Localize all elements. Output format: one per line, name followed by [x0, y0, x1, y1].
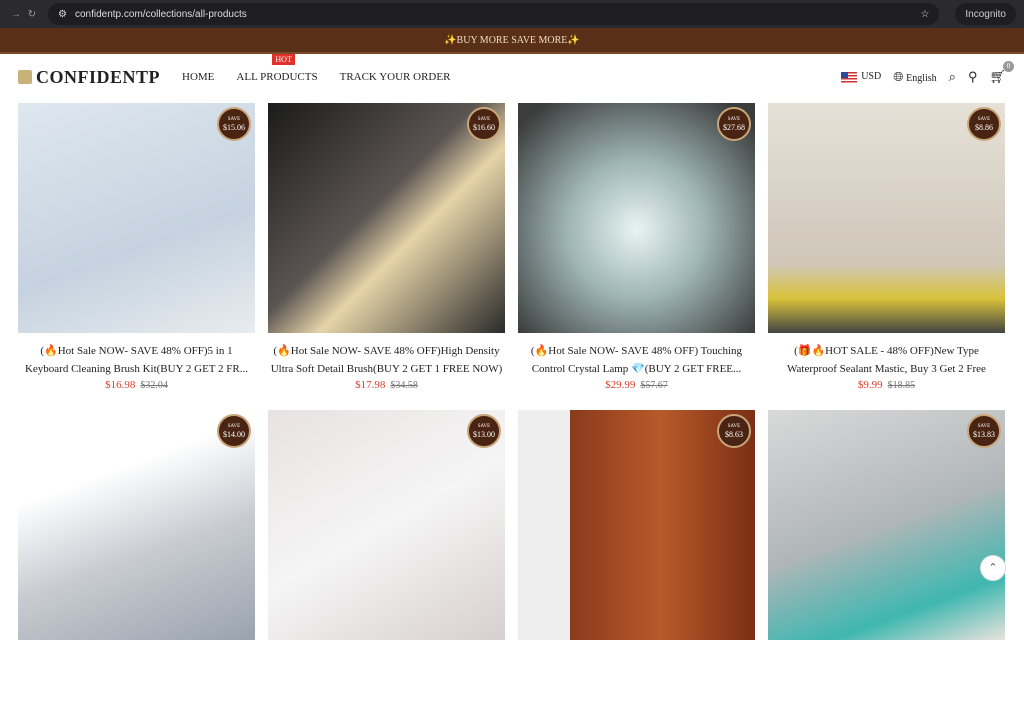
- save-amount: $8.86: [975, 122, 993, 132]
- browser-toolbar: → ↻ ⚙ confidentp.com/collections/all-prod…: [0, 0, 1024, 28]
- nav-all-products-label: ALL PRODUCTS: [236, 71, 318, 83]
- save-label: SAVE: [477, 423, 491, 429]
- logo-mark-icon: [18, 70, 32, 84]
- product-card[interactable]: SAVE $27.68 (🔥Hot Sale NOW- SAVE 48% OFF)…: [518, 103, 755, 410]
- save-label: SAVE: [977, 116, 991, 122]
- logo[interactable]: CONFIDENTP: [18, 67, 160, 88]
- forward-icon[interactable]: →: [8, 9, 24, 20]
- currency-label: USD: [861, 71, 882, 83]
- product-title[interactable]: (🔥Hot Sale NOW- SAVE 48% OFF)High Densit…: [268, 342, 505, 378]
- product-price: $16.98 $32.04: [18, 379, 255, 391]
- incognito-indicator[interactable]: Incognito: [955, 3, 1016, 25]
- product-title[interactable]: (🎁🔥HOT SALE - 48% OFF)New Type Waterproo…: [768, 342, 1005, 378]
- product-image[interactable]: SAVE $8.86: [768, 103, 1005, 333]
- announcement-bar: ✨BUY MORE SAVE MORE✨: [0, 28, 1024, 54]
- cart-icon[interactable]: 🛒︎ 0: [989, 61, 1014, 85]
- currency-selector[interactable]: USD: [841, 71, 882, 83]
- save-label: SAVE: [227, 423, 241, 429]
- sale-price: $29.99: [605, 379, 636, 391]
- save-badge: SAVE $15.06: [217, 107, 251, 141]
- product-title[interactable]: (🔥Hot Sale NOW- SAVE 48% OFF)5 in 1 Keyb…: [18, 342, 255, 378]
- site-header: CONFIDENTP HOME HOT ALL PRODUCTS TRACK YO…: [0, 54, 1024, 100]
- save-amount: $14.00: [223, 429, 245, 439]
- product-price: $9.99 $18.85: [768, 379, 1005, 391]
- save-label: SAVE: [477, 116, 491, 122]
- save-amount: $8.63: [725, 429, 743, 439]
- save-amount: $16.60: [473, 122, 495, 132]
- compare-price: $32.04: [140, 380, 168, 391]
- product-image[interactable]: SAVE $14.00: [18, 410, 255, 640]
- product-grid: SAVE $15.06 (🔥Hot Sale NOW- SAVE 48% OFF)…: [18, 103, 1005, 717]
- product-card[interactable]: SAVE $16.60 (🔥Hot Sale NOW- SAVE 48% OFF)…: [268, 103, 505, 410]
- back-to-top-button[interactable]: ⌃: [980, 555, 1006, 581]
- save-badge: SAVE $14.00: [217, 414, 251, 448]
- globe-icon: 🌐︎: [893, 69, 904, 84]
- nav-all-products[interactable]: HOT ALL PRODUCTS: [236, 54, 318, 83]
- bookmark-star-icon[interactable]: ☆: [920, 9, 929, 20]
- save-amount: $15.06: [223, 122, 245, 132]
- product-card[interactable]: SAVE $15.06 (🔥Hot Sale NOW- SAVE 48% OFF)…: [18, 103, 255, 410]
- save-amount: $27.68: [723, 122, 745, 132]
- save-badge: SAVE $8.63: [717, 414, 751, 448]
- product-price: $17.98 $34.58: [268, 379, 505, 391]
- product-image[interactable]: SAVE $27.68: [518, 103, 755, 333]
- address-bar[interactable]: ⚙ confidentp.com/collections/all-products…: [48, 3, 940, 25]
- reload-icon[interactable]: ↻: [24, 9, 40, 20]
- incognito-label: Incognito: [965, 8, 1006, 20]
- url-text: confidentp.com/collections/all-products: [74, 8, 247, 20]
- product-image[interactable]: SAVE $13.00: [268, 410, 505, 640]
- product-image[interactable]: SAVE $8.63: [518, 410, 755, 640]
- save-label: SAVE: [227, 116, 241, 122]
- sale-price: $17.98: [355, 379, 386, 391]
- compare-price: $34.58: [390, 380, 418, 391]
- save-badge: SAVE $27.68: [717, 107, 751, 141]
- sale-price: $9.99: [857, 379, 883, 391]
- account-icon[interactable]: ⚲: [968, 69, 978, 85]
- nav-track-order[interactable]: TRACK YOUR ORDER: [340, 71, 451, 83]
- save-badge: SAVE $13.83: [967, 414, 1001, 448]
- product-card[interactable]: SAVE $14.00: [18, 410, 255, 717]
- site-info-icon[interactable]: ⚙: [58, 9, 67, 20]
- save-amount: $13.83: [973, 429, 995, 439]
- save-amount: $13.00: [473, 429, 495, 439]
- save-badge: SAVE $8.86: [967, 107, 1001, 141]
- product-card[interactable]: SAVE $13.83: [768, 410, 1005, 717]
- cart-count: 0: [1003, 61, 1014, 72]
- compare-price: $18.85: [887, 380, 916, 391]
- save-badge: SAVE $13.00: [467, 414, 501, 448]
- product-image[interactable]: SAVE $16.60: [268, 103, 505, 333]
- nav-home[interactable]: HOME: [182, 71, 214, 83]
- product-card[interactable]: SAVE $8.63: [518, 410, 755, 717]
- main-nav: HOME HOT ALL PRODUCTS TRACK YOUR ORDER: [182, 54, 451, 83]
- product-price: $29.99 $57.67: [518, 379, 755, 391]
- product-image[interactable]: SAVE $15.06: [18, 103, 255, 333]
- language-selector[interactable]: 🌐︎ English: [893, 69, 936, 85]
- product-title[interactable]: (🔥Hot Sale NOW- SAVE 48% OFF) Touching C…: [518, 342, 755, 378]
- us-flag-icon: [841, 71, 858, 83]
- product-image[interactable]: SAVE $13.83: [768, 410, 1005, 640]
- product-card[interactable]: SAVE $13.00: [268, 410, 505, 717]
- save-label: SAVE: [727, 423, 741, 429]
- language-label: English: [906, 73, 937, 84]
- search-icon[interactable]: ⌕: [949, 69, 956, 85]
- save-label: SAVE: [727, 116, 741, 122]
- compare-price: $57.67: [640, 380, 668, 391]
- hot-badge: HOT: [272, 54, 295, 65]
- logo-text: CONFIDENTP: [36, 66, 161, 87]
- header-actions: USD 🌐︎ English ⌕ ⚲ 🛒︎ 0: [841, 61, 1014, 85]
- save-badge: SAVE $16.60: [467, 107, 501, 141]
- save-label: SAVE: [977, 423, 991, 429]
- product-card[interactable]: SAVE $8.86 (🎁🔥HOT SALE - 48% OFF)New Type…: [768, 103, 1005, 410]
- sale-price: $16.98: [105, 379, 136, 391]
